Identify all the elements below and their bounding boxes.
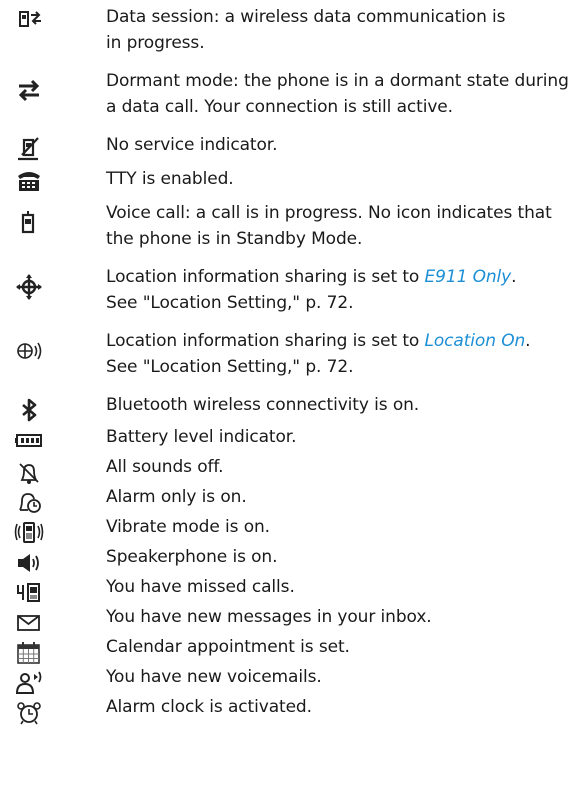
tty-icon xyxy=(14,168,44,194)
voicemail-icon xyxy=(14,670,44,696)
entry-line: Alarm only is on. xyxy=(106,487,247,507)
speakerphone-icon xyxy=(14,550,44,576)
entry-line: Voice call: a call is in progress. No ic… xyxy=(106,203,552,223)
entry-line: Alarm clock is activated. xyxy=(106,697,312,717)
entry-text: Location information sharing is set to L… xyxy=(106,328,576,380)
entry-line: Speakerphone is on. xyxy=(106,547,278,567)
location-on-link[interactable]: Location On xyxy=(425,331,526,351)
entry-text: Data session: a wireless data communicat… xyxy=(106,4,576,56)
location-on-icon xyxy=(14,338,44,364)
entry-text: Vibrate mode is on. xyxy=(106,514,576,540)
calendar-icon xyxy=(14,640,44,666)
entry-line: See "Location Setting," p. 72. xyxy=(106,357,354,377)
entry-text: Voice call: a call is in progress. No ic… xyxy=(106,200,576,252)
entry-line: You have new messages in your inbox. xyxy=(106,607,432,627)
entry-line: Data session: a wireless data communicat… xyxy=(106,7,506,27)
entry-text: All sounds off. xyxy=(106,454,576,480)
entry-text: Speakerphone is on. xyxy=(106,544,576,570)
entry-line: All sounds off. xyxy=(106,457,224,477)
entry-line: Calendar appointment is set. xyxy=(106,637,350,657)
alarm-clock-icon xyxy=(14,700,44,726)
entry-line: Battery level indicator. xyxy=(106,427,297,447)
alarm-only-icon xyxy=(14,490,44,516)
entry-line-suffix: . xyxy=(511,267,517,287)
vibrate-icon xyxy=(14,520,44,546)
no-service-icon xyxy=(14,136,44,162)
data-session-icon xyxy=(14,6,44,32)
entry-text: You have new messages in your inbox. xyxy=(106,604,576,630)
entry-line: Vibrate mode is on. xyxy=(106,517,270,537)
entry-line: Location information sharing is set to xyxy=(106,267,425,287)
entry-line: You have missed calls. xyxy=(106,577,295,597)
entry-text: Dormant mode: the phone is in a dormant … xyxy=(106,68,576,120)
all-sounds-off-icon xyxy=(14,460,44,486)
new-message-icon xyxy=(14,610,44,636)
entry-line: TTY is enabled. xyxy=(106,169,234,189)
entry-line: in progress. xyxy=(106,33,205,53)
entry-text: Alarm clock is activated. xyxy=(106,694,576,720)
entry-line: Location information sharing is set to xyxy=(106,331,425,351)
entry-text: Bluetooth wireless connectivity is on. xyxy=(106,392,576,418)
e911-only-link[interactable]: E911 Only xyxy=(425,267,512,287)
entry-text: You have missed calls. xyxy=(106,574,576,600)
location-e911-icon xyxy=(14,274,44,300)
entry-line: a data call. Your connection is still ac… xyxy=(106,97,453,117)
indicator-reference-page: { "entries": [ {"icon": "data-session-ic… xyxy=(0,0,582,788)
entry-line: the phone is in Standby Mode. xyxy=(106,229,363,249)
entry-text: Alarm only is on. xyxy=(106,484,576,510)
missed-calls-icon xyxy=(14,580,44,606)
entry-text: TTY is enabled. xyxy=(106,166,576,192)
entry-text: You have new voicemails. xyxy=(106,664,576,690)
battery-icon xyxy=(14,428,44,454)
voice-call-icon xyxy=(14,210,44,236)
entry-text: Location information sharing is set to E… xyxy=(106,264,576,316)
entry-text: Calendar appointment is set. xyxy=(106,634,576,660)
entry-line: Bluetooth wireless connectivity is on. xyxy=(106,395,420,415)
entry-line: Dormant mode: the phone is in a dormant … xyxy=(106,71,569,91)
entry-text: No service indicator. xyxy=(106,132,576,158)
entry-line: No service indicator. xyxy=(106,135,278,155)
entry-line: See "Location Setting," p. 72. xyxy=(106,293,354,313)
dormant-mode-icon xyxy=(14,78,44,104)
entry-line-suffix: . xyxy=(525,331,531,351)
bluetooth-icon xyxy=(14,398,44,424)
entry-text: Battery level indicator. xyxy=(106,424,576,450)
entry-line: You have new voicemails. xyxy=(106,667,322,687)
